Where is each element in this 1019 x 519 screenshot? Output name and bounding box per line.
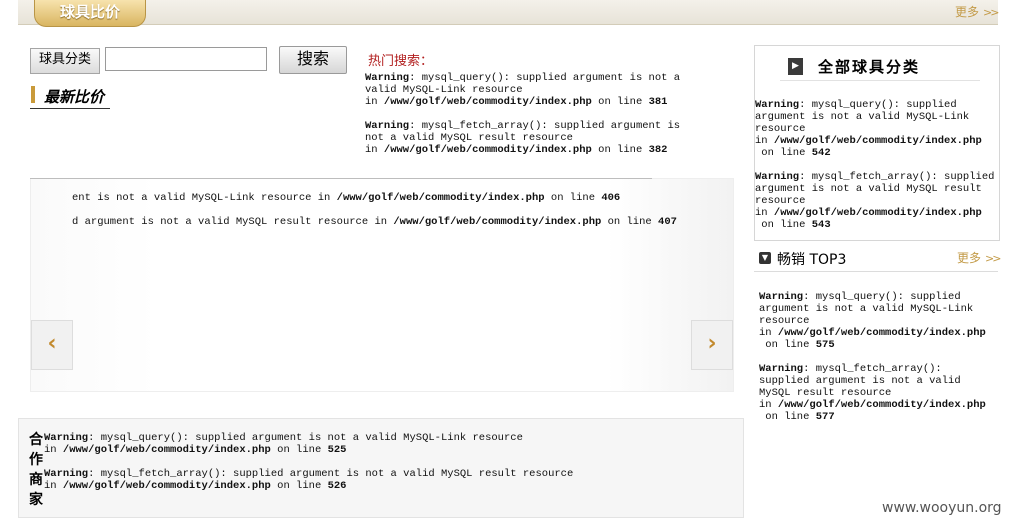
- warning-prefix: Warning: [755, 171, 800, 183]
- warning-prefix: Warning: [759, 291, 804, 303]
- search-button[interactable]: 搜索: [279, 46, 347, 74]
- line-number: 525: [327, 444, 347, 456]
- top3-more-link[interactable]: 更多 >>: [957, 249, 1002, 266]
- dropdown-arrow-icon: ▼: [759, 252, 771, 264]
- line-number: 543: [811, 219, 831, 231]
- file-path: /www/golf/web/commodity/index.php: [383, 96, 592, 108]
- header-more-link[interactable]: 更多 >>: [955, 3, 1000, 20]
- header-bar: [18, 0, 998, 25]
- warning-block: Warning: mysql_query(): supplied argumen…: [365, 72, 681, 108]
- divider: [754, 271, 998, 272]
- warning-prefix: Warning: [755, 99, 800, 111]
- divider: [30, 178, 652, 179]
- warning-prefix: Warning: [44, 432, 89, 444]
- top3-title: 畅销 TOP3: [777, 252, 847, 268]
- line-number: 577: [815, 411, 835, 423]
- line-number: 406: [601, 192, 621, 204]
- divider: [780, 80, 980, 81]
- warning-prefix: Warning: [44, 468, 89, 480]
- chevron-right-icon: >>: [985, 252, 1002, 265]
- warning-prefix: Warning: [365, 120, 410, 132]
- warning-block: Warning: mysql_fetch_array(): supplied a…: [44, 468, 574, 492]
- warning-block: Warning: mysql_fetch_array(): supplied a…: [759, 363, 986, 423]
- divider: [30, 108, 110, 109]
- line-number: 575: [815, 339, 835, 351]
- more-label: 更多: [955, 5, 980, 19]
- carousel-next-button[interactable]: ›: [691, 320, 733, 370]
- carousel-warning-line: ent is not a valid MySQL-Link resource i…: [72, 192, 621, 204]
- chevron-right-icon: ›: [707, 331, 717, 356]
- warning-block: Warning: mysql_query(): supplied argumen…: [755, 99, 982, 159]
- product-carousel: [30, 178, 734, 392]
- section-marker: [31, 86, 35, 103]
- chevron-left-icon: ‹: [47, 331, 57, 356]
- file-path: /www/golf/web/commodity/index.php: [62, 480, 271, 492]
- line-number: 382: [648, 144, 668, 156]
- play-arrow-icon: ▶: [788, 58, 803, 75]
- line-number: 381: [648, 96, 668, 108]
- file-path: /www/golf/web/commodity/index.php: [62, 444, 271, 456]
- latest-prices-title: 最新比价: [44, 88, 105, 106]
- file-path: /www/golf/web/commodity/index.php: [773, 135, 982, 147]
- file-path: /www/golf/web/commodity/index.php: [777, 399, 986, 411]
- carousel-warning-line: d argument is not a valid MySQL result r…: [72, 216, 677, 228]
- line-number: 526: [327, 480, 347, 492]
- file-path: /www/golf/web/commodity/index.php: [336, 192, 545, 204]
- search-input[interactable]: [105, 47, 267, 71]
- file-path: /www/golf/web/commodity/index.php: [777, 327, 986, 339]
- watermark: www.wooyun.org: [882, 500, 1002, 516]
- warning-prefix: Warning: [759, 363, 804, 375]
- file-path: /www/golf/web/commodity/index.php: [393, 216, 602, 228]
- file-path: /www/golf/web/commodity/index.php: [383, 144, 592, 156]
- line-number: 542: [811, 147, 831, 159]
- carousel-prev-button[interactable]: ‹: [31, 320, 73, 370]
- line-number: 407: [658, 216, 677, 228]
- file-path: /www/golf/web/commodity/index.php: [773, 207, 982, 219]
- category-select-button[interactable]: 球具分类: [30, 48, 100, 74]
- warning-block: Warning: mysql_fetch_array(): supplied a…: [755, 171, 995, 231]
- warning-block: Warning: mysql_fetch_array(): supplied a…: [365, 120, 681, 156]
- warning-block: Warning: mysql_query(): supplied argumen…: [44, 432, 523, 456]
- warning-block: Warning: mysql_query(): supplied argumen…: [759, 291, 986, 351]
- chevron-right-icon: >>: [983, 6, 1000, 19]
- more-label: 更多: [957, 251, 982, 265]
- warning-prefix: Warning: [365, 72, 410, 84]
- header-title-tab[interactable]: 球具比价: [34, 0, 146, 27]
- partners-label: 合作商家: [29, 432, 43, 508]
- hot-search-label: 热门搜索：: [368, 54, 434, 69]
- all-categories-title[interactable]: 全部球具分类: [818, 56, 920, 77]
